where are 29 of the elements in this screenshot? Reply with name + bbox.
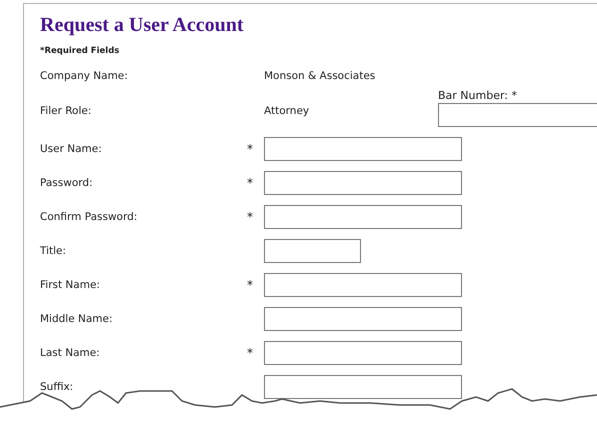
input-field[interactable] [264,239,361,263]
field-label: Last Name: [40,347,101,359]
input-field[interactable] [264,273,462,297]
field-label: Filer Role: [40,105,92,117]
input-field[interactable] [264,137,462,161]
input-field[interactable] [438,102,597,126]
field-label: Password: [40,177,94,189]
input-field[interactable] [264,341,462,365]
field-value: Attorney [264,105,310,117]
input-field[interactable] [264,375,462,399]
required-mark: * [247,278,253,292]
input-field[interactable] [264,205,462,229]
field-label: Confirm Password: [40,211,138,223]
required-note: *Required Fields [40,46,120,58]
field-label: Middle Name: [40,313,114,325]
required-mark: * [247,346,253,360]
field-label: Suffix: [40,381,74,393]
field-label: Company Name: [40,70,129,82]
field-label: User Name: [40,143,103,155]
required-mark: * [247,142,253,156]
required-mark: * [247,176,253,190]
field-label: First Name: [40,279,101,291]
field-value: Monson & Associates [264,70,376,82]
field-label: Bar Number: * [438,88,518,102]
input-field[interactable] [264,171,462,195]
input-field[interactable] [264,307,462,331]
field-label: Title: [40,245,68,257]
page-title: Request a User Account [40,14,245,38]
required-mark: * [247,210,253,224]
